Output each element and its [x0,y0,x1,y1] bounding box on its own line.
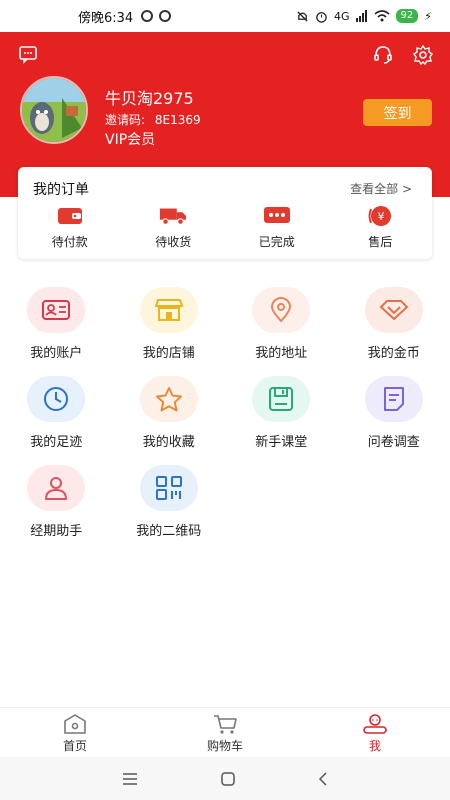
menu-item-label: 经期助手 [30,524,83,539]
tab-label: 我 [368,739,381,753]
tab-me[interactable]: 我 [300,708,450,757]
menu-item-label: 我的金币 [367,346,420,361]
wallet-icon [56,205,84,227]
message-icon[interactable] [18,44,42,68]
charging-icon: ⚡ [424,9,432,23]
invite-code-label: 邀请码: [105,113,146,127]
survey-icon [364,376,423,422]
home-icon [64,714,86,734]
order-status-after-sales[interactable]: ¥ 售后 [329,205,433,250]
store-icon [139,287,198,333]
order-status-pending-payment[interactable]: 待付款 [18,205,122,250]
diamond-icon [364,287,423,333]
menu-item-label: 新手课堂 [255,435,308,450]
menu-row: 经期助手 我的二维码 [0,465,450,554]
alarm-icon [316,11,327,23]
cart-icon [214,715,237,734]
menu-item-survey[interactable]: 问卷调查 [338,376,450,465]
invite-code: 邀请码: 8E1369 [105,111,201,128]
menu-item-my-account[interactable]: 我的账户 [0,287,113,376]
notification-icon [159,10,172,22]
menu-item-beginner-class[interactable]: 新手课堂 [225,376,338,465]
signin-button[interactable]: 签到 [363,99,432,126]
system-nav-bar [0,757,450,800]
notification-icon [141,10,154,22]
orders-title: 我的订单 [33,182,89,198]
tab-home[interactable]: 首页 [0,708,150,757]
settings-gear-icon[interactable] [412,44,436,68]
mute-bell-icon [297,10,308,22]
status-indicators: 4G 92 ⚡ [296,9,432,23]
menu-item-my-favorites[interactable]: 我的收藏 [113,376,226,465]
menu-item-label: 我的足迹 [30,435,83,450]
menu-row: 我的账户 我的店铺 我的地址 我的金币 [0,287,450,376]
feature-menu-grid: 我的账户 我的店铺 我的地址 我的金币 我的足迹 我的收藏 新手课堂 问卷调查 … [0,287,450,554]
order-status-pending-receipt[interactable]: 待收货 [122,205,226,250]
network-type: 4G [334,9,350,23]
order-status-label: 售后 [368,235,393,249]
bottom-tab-bar: 首页 购物车 我 [0,707,450,757]
menu-item-my-footprint[interactable]: 我的足迹 [0,376,113,465]
order-status-label: 待收货 [155,235,192,249]
view-all-orders-link[interactable]: 查看全部 > [350,180,412,197]
order-status-list: 待付款 待收货 已完成 ¥ 售后 [18,205,432,250]
back-icon[interactable] [318,771,328,786]
star-icon [139,376,198,422]
menu-item-label: 问卷调查 [367,435,420,450]
menu-item-my-address[interactable]: 我的地址 [225,287,338,376]
username: 牛贝淘2975 [105,89,194,108]
location-pin-icon [252,287,311,333]
status-time: 傍晚6:34 [78,10,134,26]
menu-icon[interactable] [122,772,138,785]
clock-icon [27,376,86,422]
person-icon [27,465,86,511]
menu-item-my-store[interactable]: 我的店铺 [113,287,226,376]
delivery-truck-icon [159,205,187,227]
menu-item-my-coins[interactable]: 我的金币 [338,287,450,376]
menu-item-label: 我的店铺 [142,346,195,361]
id-card-icon [27,287,86,333]
battery-icon: 92 [395,9,419,23]
invite-code-value: 8E1369 [154,113,201,127]
save-disk-icon [252,376,311,422]
qr-code-icon [139,465,198,511]
chat-dots-icon [263,205,291,227]
yen-coin-icon: ¥ [366,205,394,227]
home-button-icon[interactable] [221,771,235,786]
menu-item-label: 我的账户 [30,346,83,361]
menu-row: 我的足迹 我的收藏 新手课堂 问卷调查 [0,376,450,465]
menu-item-label: 我的地址 [255,346,308,361]
customer-service-icon[interactable] [372,44,396,68]
menu-item-my-qr-code[interactable]: 我的二维码 [113,465,226,554]
tab-cart[interactable]: 购物车 [150,708,300,757]
order-status-label: 待付款 [51,235,88,249]
menu-item-period-assistant[interactable]: 经期助手 [0,465,113,554]
tab-label: 购物车 [206,739,243,753]
orders-card: 我的订单 查看全部 > 待付款 待收货 已完成 ¥ 售后 [18,167,432,259]
member-level: VIP会员 [105,132,156,148]
svg-text:¥: ¥ [378,210,385,223]
tab-label: 首页 [62,739,87,753]
wifi-icon [374,10,390,22]
status-bar: 傍晚6:34 4G 92 ⚡ [0,0,450,32]
order-status-completed[interactable]: 已完成 [225,205,329,250]
menu-item-label: 我的收藏 [142,435,195,450]
profile-icon [363,714,387,734]
avatar[interactable] [20,76,88,144]
signal-icon [355,10,367,22]
menu-item-label: 我的二维码 [136,524,202,539]
order-status-label: 已完成 [258,235,295,249]
